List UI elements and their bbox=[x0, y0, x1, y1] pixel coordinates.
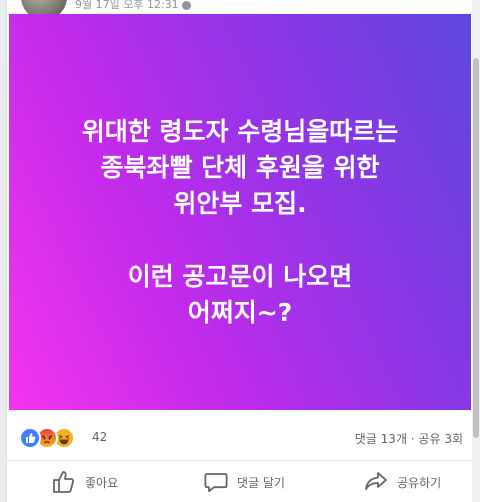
like-label: 좋아요 bbox=[85, 475, 119, 490]
post-timestamp[interactable]: 9월 17일 오후 12:31 bbox=[75, 0, 191, 12]
action-bar: 좋아요 댓글 달기 공유하기 bbox=[7, 462, 473, 502]
comment-icon bbox=[204, 473, 228, 493]
banner-text: 위대한 령도자 수령님을따르는 종북좌빨 단체 후원을 위한 위안부 모집. 이… bbox=[9, 114, 471, 331]
post-header: 9월 17일 오후 12:31 bbox=[7, 0, 473, 14]
banner-line: 위대한 령도자 수령님을따르는 bbox=[81, 117, 399, 146]
share-button[interactable]: 공유하기 bbox=[363, 462, 441, 502]
like-button[interactable]: 좋아요 bbox=[51, 462, 118, 502]
like-icon[interactable] bbox=[19, 427, 41, 449]
scrollbar-thumb[interactable] bbox=[473, 58, 479, 438]
author-avatar[interactable] bbox=[21, 0, 67, 14]
banner-line: 이런 공고문이 나오면 bbox=[127, 262, 353, 291]
reaction-count[interactable]: 42 bbox=[92, 430, 107, 444]
post-banner: 위대한 령도자 수령님을따르는 종북좌빨 단체 후원을 위한 위안부 모집. 이… bbox=[9, 14, 471, 410]
banner-spacer bbox=[9, 222, 471, 259]
reaction-bar: 42 댓글 13개 · 공유 3회 bbox=[7, 410, 473, 461]
vertical-scrollbar[interactable] bbox=[472, 0, 480, 502]
thumbs-up-icon bbox=[53, 471, 74, 493]
share-icon bbox=[365, 472, 387, 490]
banner-line: 위안부 모집. bbox=[173, 189, 307, 218]
banner-line: 종북좌빨 단체 후원을 위한 bbox=[100, 153, 380, 182]
comment-label: 댓글 달기 bbox=[237, 475, 285, 490]
comments-shares-count[interactable]: 댓글 13개 · 공유 3회 bbox=[355, 430, 463, 447]
share-label: 공유하기 bbox=[397, 475, 442, 490]
comment-button[interactable]: 댓글 달기 bbox=[203, 462, 285, 502]
post-card: 9월 17일 오후 12:31 위대한 령도자 수령님을따르는 종북좌빨 단체 … bbox=[6, 0, 474, 502]
globe-icon bbox=[181, 0, 191, 10]
banner-line: 어쩌지~? bbox=[187, 298, 293, 327]
timestamp-text[interactable]: 9월 17일 오후 12:31 bbox=[75, 0, 179, 11]
